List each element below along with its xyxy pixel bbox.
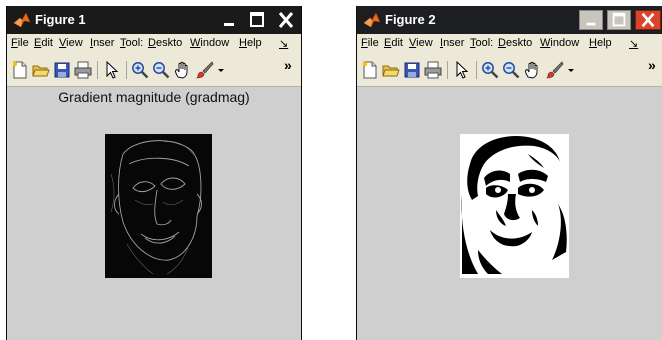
figure-toolbar: » xyxy=(357,54,662,87)
binary-threshold-image xyxy=(460,134,569,278)
close-icon[interactable] xyxy=(635,10,661,30)
figure-canvas xyxy=(357,87,662,340)
pan-hand-icon[interactable] xyxy=(523,61,541,79)
menu-tools[interactable]: Tool: xyxy=(120,37,143,49)
menu-help[interactable]: Help xyxy=(589,37,612,49)
new-figure-icon[interactable] xyxy=(11,61,29,79)
menu-view[interactable]: View xyxy=(409,37,433,49)
toolbar-separator xyxy=(126,61,127,79)
maximize-icon[interactable] xyxy=(607,10,631,30)
menu-edit[interactable]: Edit xyxy=(34,37,53,49)
menu-bar: File Edit View Inser Tool: Deskto Window… xyxy=(357,34,662,54)
open-file-icon[interactable] xyxy=(382,61,400,79)
matlab-logo-icon xyxy=(363,12,381,28)
matlab-logo-icon xyxy=(13,12,31,28)
menu-insert[interactable]: Inser xyxy=(90,37,114,49)
menu-desktop[interactable]: Deskto xyxy=(148,37,182,49)
print-icon[interactable] xyxy=(424,61,442,79)
menu-edit[interactable]: Edit xyxy=(384,37,403,49)
zoom-in-icon[interactable] xyxy=(131,61,149,79)
menu-window[interactable]: Window xyxy=(540,37,579,49)
select-arrow-icon[interactable] xyxy=(453,61,471,79)
menu-help[interactable]: Help xyxy=(239,37,262,49)
menu-dock-arrow[interactable]: ↘ xyxy=(279,37,288,50)
data-cursor-brush-icon[interactable] xyxy=(546,61,564,79)
zoom-in-icon[interactable] xyxy=(481,61,499,79)
maximize-icon[interactable] xyxy=(245,10,269,30)
menu-file[interactable]: File xyxy=(361,37,379,49)
menu-dock-arrow[interactable]: ↘ xyxy=(629,37,638,50)
zoom-out-icon[interactable] xyxy=(152,61,170,79)
menu-file[interactable]: File xyxy=(11,37,29,49)
menu-insert[interactable]: Inser xyxy=(440,37,464,49)
overflow-chevron-icon[interactable]: » xyxy=(648,57,656,73)
figure-toolbar: » xyxy=(7,54,301,87)
figure-1-window: Figure 1 File Edit View Inser Tool: Desk… xyxy=(6,6,302,340)
figure-canvas: Gradient magnitude (gradmag) xyxy=(7,87,301,340)
menu-bar: File Edit View Inser Tool: Deskto Window… xyxy=(7,34,301,54)
figure-2-window: Figure 2 File Edit View Inser Tool: Desk… xyxy=(356,6,662,340)
toolbar-separator xyxy=(97,61,98,79)
overflow-chevron-icon[interactable]: » xyxy=(284,57,292,73)
menu-view[interactable]: View xyxy=(59,37,83,49)
gradient-magnitude-image xyxy=(105,134,212,278)
toolbar-separator xyxy=(447,61,448,79)
title-bar[interactable]: Figure 2 xyxy=(357,6,662,34)
save-icon[interactable] xyxy=(403,61,421,79)
pan-hand-icon[interactable] xyxy=(173,61,191,79)
chevron-down-icon[interactable] xyxy=(216,61,226,79)
toolbar-separator xyxy=(476,61,477,79)
menu-window[interactable]: Window xyxy=(190,37,229,49)
zoom-out-icon[interactable] xyxy=(502,61,520,79)
title-bar[interactable]: Figure 1 xyxy=(7,6,301,34)
menu-desktop[interactable]: Deskto xyxy=(498,37,532,49)
minimize-icon[interactable] xyxy=(579,10,603,30)
window-title: Figure 1 xyxy=(35,12,86,27)
print-icon[interactable] xyxy=(74,61,92,79)
save-icon[interactable] xyxy=(53,61,71,79)
close-icon[interactable] xyxy=(273,10,299,30)
new-figure-icon[interactable] xyxy=(361,61,379,79)
select-arrow-icon[interactable] xyxy=(103,61,121,79)
axes-title: Gradient magnitude (gradmag) xyxy=(58,89,250,105)
data-cursor-brush-icon[interactable] xyxy=(196,61,214,79)
window-title: Figure 2 xyxy=(385,12,436,27)
menu-tools[interactable]: Tool: xyxy=(470,37,493,49)
chevron-down-icon[interactable] xyxy=(566,61,576,79)
open-file-icon[interactable] xyxy=(32,61,50,79)
minimize-icon[interactable] xyxy=(217,10,241,30)
